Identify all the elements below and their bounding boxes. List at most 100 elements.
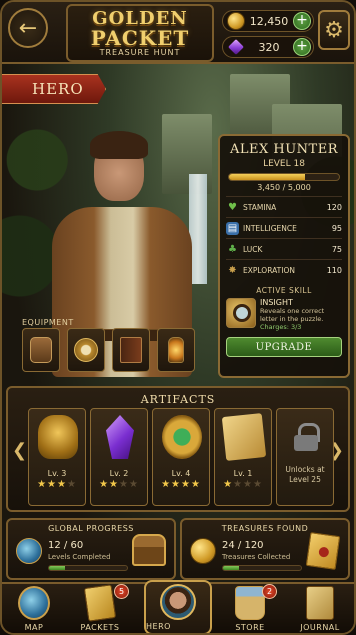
nav-hero[interactable]: HERO <box>144 580 212 633</box>
nav-journal[interactable]: JOURNAL <box>290 584 350 633</box>
xp-text: 3,450 / 5,000 <box>257 183 311 192</box>
nav-label: PACKETS <box>80 623 120 632</box>
artifact-stars: ★★★★ <box>153 479 209 490</box>
journal-book-icon <box>120 337 142 363</box>
bottom-navigation: MAP 5 PACKETS HERO 2 STORE JOURNAL <box>2 580 354 633</box>
treasure-map-icon <box>221 413 267 461</box>
stat-exploration: ✸ EXPLORATION 110 <box>226 259 342 280</box>
gems-counter: 320 + <box>222 36 314 58</box>
nav-map[interactable]: MAP <box>4 584 64 633</box>
artifact-level: Lv. 2 <box>109 469 129 478</box>
stat-stamina: ♥ STAMINA 120 <box>226 196 342 217</box>
star-filled-icon: ★ <box>47 479 57 490</box>
star-filled-icon: ★ <box>99 479 110 490</box>
stat-intelligence: ▤ INTELLIGENCE 95 <box>226 217 342 238</box>
compass-icon <box>74 338 98 362</box>
nav-label: STORE <box>235 623 265 632</box>
stat-value: 110 <box>326 265 342 275</box>
globe-icon <box>18 586 50 620</box>
star-filled-icon: ★ <box>190 479 201 490</box>
star-empty-icon: ★ <box>119 479 129 490</box>
nav-packets[interactable]: 5 PACKETS <box>70 584 130 633</box>
settings-button[interactable]: ⚙ <box>318 10 350 50</box>
star-filled-icon: ★ <box>181 479 191 490</box>
hero-tab-ribbon: HERO <box>2 74 106 104</box>
artifacts-title: ARTIFACTS <box>140 393 216 406</box>
back-button[interactable]: ← <box>8 8 48 48</box>
game-logo: GOLDEN PACKET TREASURE HUNT <box>66 4 214 62</box>
add-gems-button[interactable]: + <box>293 38 311 56</box>
stat-label: EXPLORATION <box>243 265 295 275</box>
gem-icon <box>227 38 245 56</box>
star-empty-icon: ★ <box>252 479 263 490</box>
heart-icon: ♥ <box>228 201 237 213</box>
stat-label: STAMINA <box>243 202 277 212</box>
equipment-slot-lantern[interactable] <box>157 328 195 372</box>
star-filled-icon: ★ <box>223 479 234 490</box>
globe-icon <box>16 538 42 564</box>
treasure-chest-icon <box>132 534 166 566</box>
star-filled-icon: ★ <box>161 479 172 490</box>
star-filled-icon: ★ <box>109 479 119 490</box>
hero-name: ALEX HUNTER <box>229 142 338 157</box>
golden-packet-icon <box>83 584 117 622</box>
global-progress-panel: GLOBAL PROGRESS 12 / 60 Levels Completed <box>6 518 176 580</box>
app-frame: ← GOLDEN PACKET TREASURE HUNT 12,450 + 3… <box>0 0 356 635</box>
store-icon <box>235 586 265 620</box>
xp-bar-fill <box>229 174 305 180</box>
skill-name: INSIGHT <box>260 298 293 307</box>
upgrade-button[interactable]: UPGRADE <box>226 337 342 357</box>
nav-label: MAP <box>24 623 44 632</box>
artifact-card[interactable]: Lv. 1 ★★★★ <box>214 408 272 506</box>
artifacts-prev-arrow[interactable]: ❮ <box>12 440 27 461</box>
artifact-level: Lv. 3 <box>47 469 67 478</box>
global-progress-title: GLOBAL PROGRESS <box>48 524 134 533</box>
equipment-slot-journal[interactable] <box>112 328 150 372</box>
global-progress-subtitle: Levels Completed <box>48 553 111 561</box>
journal-map-icon <box>306 586 334 620</box>
magnifier-icon <box>226 298 256 328</box>
nav-store[interactable]: 2 STORE <box>220 584 280 633</box>
xp-bar <box>228 173 340 181</box>
treasures-value: 24 / 120 <box>222 540 264 551</box>
stat-value: 75 <box>331 244 342 254</box>
treasures-progress-bar <box>222 565 302 571</box>
golden-mask-icon <box>38 415 78 459</box>
sealed-letter-icon <box>305 532 341 570</box>
stat-label: INTELLIGENCE <box>243 223 297 233</box>
artifact-card[interactable]: Lv. 3 ★★★★ <box>28 408 86 506</box>
equipment-slot-backpack[interactable] <box>22 328 60 372</box>
stat-value: 95 <box>331 223 342 233</box>
star-empty-icon: ★ <box>128 479 139 490</box>
coin-icon <box>227 12 245 30</box>
star-empty-icon: ★ <box>233 479 243 490</box>
nav-label: HERO <box>146 622 171 631</box>
treasures-title: TREASURES FOUND <box>221 524 309 533</box>
backpack-icon <box>30 337 52 363</box>
nav-label: JOURNAL <box>300 623 340 632</box>
hero-level: LEVEL 18 <box>263 159 305 169</box>
hero-avatar-icon <box>160 584 196 620</box>
active-skill[interactable]: INSIGHT Reveals one correct letter in th… <box>226 298 342 331</box>
treasures-found-panel: TREASURES FOUND 24 / 120 Treasures Colle… <box>180 518 350 580</box>
star-empty-icon: ★ <box>66 479 77 490</box>
star-empty-icon: ★ <box>243 479 253 490</box>
notification-badge: 2 <box>262 584 277 599</box>
stat-label: LUCK <box>243 244 263 254</box>
star-filled-icon: ★ <box>171 479 181 490</box>
global-progress-bar <box>48 565 128 571</box>
global-progress-fill <box>49 566 65 570</box>
compass-icon: ✸ <box>228 264 237 276</box>
add-coins-button[interactable]: + <box>293 12 311 30</box>
unlock-text-line2: Level 25 <box>289 475 321 484</box>
purple-crystal-icon <box>106 415 134 459</box>
book-icon: ▤ <box>226 221 239 235</box>
artifact-card[interactable]: Lv. 2 ★★★★ <box>90 408 148 506</box>
treasures-progress-fill <box>223 566 239 570</box>
title-subtitle: TREASURE HUNT <box>99 48 181 57</box>
global-progress-value: 12 / 60 <box>48 540 84 551</box>
artifact-card[interactable]: Lv. 4 ★★★★ <box>152 408 210 506</box>
back-arrow-icon: ← <box>18 15 38 41</box>
lantern-icon <box>168 337 184 363</box>
equipment-slot-compass[interactable] <box>67 328 105 372</box>
